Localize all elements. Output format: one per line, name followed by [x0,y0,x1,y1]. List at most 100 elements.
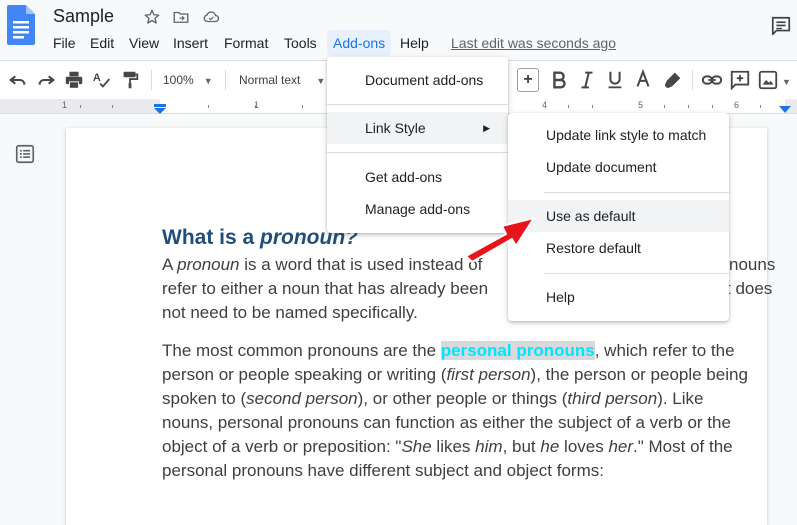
para2-run: She [401,437,432,456]
menu-item-label: Restore default [546,240,641,256]
bold-icon[interactable] [548,69,570,91]
zoom-value: 100% [163,73,194,87]
docs-logo-icon[interactable] [7,5,35,45]
para2-run: The most common pronouns are the [162,341,441,360]
ruler-tick [112,105,113,108]
menu-divider [544,192,729,193]
paragraph-1-line-1: A pronoun is a word that is used instead… [162,253,482,277]
cloud-saved-icon[interactable] [202,8,220,26]
paragraph-1-line-2: refer to either a noun that has already … [162,279,489,298]
menu-item-label: Use as default [546,208,636,224]
para2-run: loves [559,437,609,456]
link-icon[interactable] [701,69,723,91]
document-outline-icon[interactable] [14,143,36,165]
last-edit-link[interactable]: Last edit was seconds ago [451,30,616,56]
menu-item-document-addons[interactable]: Document add-ons [327,64,508,96]
ruler-tick [688,105,689,108]
para2-run: her [608,437,634,456]
menu-divider [327,104,508,105]
svg-text:A: A [93,72,101,84]
menu-item-label: Manage add-ons [365,201,471,217]
add-comment-icon[interactable] [729,69,751,91]
menu-item-update-link-style[interactable]: Update link style to match [508,119,729,151]
chevron-down-icon: ▼ [316,76,326,86]
star-icon[interactable] [143,8,161,26]
undo-icon[interactable] [7,69,29,91]
paragraph-1-line-3: not need to be named specifically. [162,303,418,322]
menu-item-label: Get add-ons [365,169,443,185]
para2-run: he [540,437,560,456]
ruler-tick [302,105,303,108]
menu-item-label: Link Style [365,120,426,136]
italic-icon[interactable] [576,69,598,91]
increase-font-size-button[interactable]: + [517,68,539,92]
ruler-tick [664,105,665,108]
chevron-down-icon[interactable]: ▼ [782,77,791,87]
ruler-tick [592,105,593,108]
para2-run: first person [446,365,531,384]
highlight-icon[interactable] [662,69,684,91]
menu-insert[interactable]: Insert [167,30,214,56]
highlighted-text: personal pronouns [440,341,595,360]
zoom-select[interactable]: 100% ▼ [163,69,213,91]
toolbar-separator [692,70,693,90]
underline-icon[interactable] [604,69,626,91]
menu-item-restore-default[interactable]: Restore default [508,232,729,264]
para1-run: A [162,255,178,274]
para2-run: , but [502,437,541,456]
menu-format[interactable]: Format [218,30,274,56]
menu-item-label: Update document [546,159,657,175]
right-indent-marker[interactable] [779,101,791,113]
left-indent-marker[interactable] [154,101,166,114]
para2-run: third person [567,389,658,408]
ruler-tick [80,105,81,108]
comments-icon[interactable] [770,15,792,37]
paragraph-1-fragment: t does [726,279,773,298]
menu-item-update-document[interactable]: Update document [508,151,729,183]
menu-item-label: Update link style to match [546,127,707,143]
paragraph-2[interactable]: The most common pronouns are the persona… [162,339,752,483]
menu-item-label: Document add-ons [365,72,484,88]
submenu-arrow-icon: ▶ [483,123,490,133]
move-to-folder-icon[interactable] [172,8,190,26]
heading-text: What is a [162,226,261,249]
ruler-tick [208,105,209,108]
menu-item-link-style[interactable]: Link Style ▶ [327,112,508,144]
menu-divider [544,273,729,274]
ruler-tick [760,105,761,108]
print-icon[interactable] [63,69,85,91]
menu-view[interactable]: View [123,30,165,56]
spellcheck-icon[interactable]: A [91,69,113,91]
ruler-number: 1 [62,100,68,110]
ruler-number: 4 [542,100,548,110]
paragraph-1-fragment: nouns [729,255,776,274]
ruler-tick [568,105,569,108]
para2-run: him [475,437,503,456]
paint-format-icon[interactable] [119,69,141,91]
ruler-tick [712,105,713,108]
menu-item-use-as-default[interactable]: Use as default [508,200,729,232]
para2-run: likes [431,437,476,456]
menu-edit[interactable]: Edit [84,30,120,56]
chevron-down-icon: ▼ [203,76,213,86]
menu-tools[interactable]: Tools [278,30,323,56]
paragraph-style-value: Normal text [239,73,301,87]
link-style-submenu: Update link style to match Update docume… [508,113,729,321]
insert-image-icon[interactable] [757,69,779,91]
toolbar-separator [225,70,226,90]
redo-icon[interactable] [35,69,57,91]
menu-item-get-addons[interactable]: Get add-ons [327,161,508,193]
menu-item-help[interactable]: Help [508,281,729,313]
paragraph-style-select[interactable]: Normal text ▼ [239,69,325,91]
toolbar-separator [151,70,152,90]
menu-help[interactable]: Help [394,30,435,56]
document-title[interactable]: Sample [53,6,114,27]
para1-run: pronoun [177,255,240,274]
menu-file[interactable]: File [47,30,82,56]
menu-item-label: Help [546,289,575,305]
text-color-icon[interactable] [632,69,654,91]
para2-run: second person [246,389,358,408]
menu-addons[interactable]: Add-ons [327,30,392,56]
ruler-number: 1 [254,100,260,110]
annotation-arrow-icon [460,200,540,270]
